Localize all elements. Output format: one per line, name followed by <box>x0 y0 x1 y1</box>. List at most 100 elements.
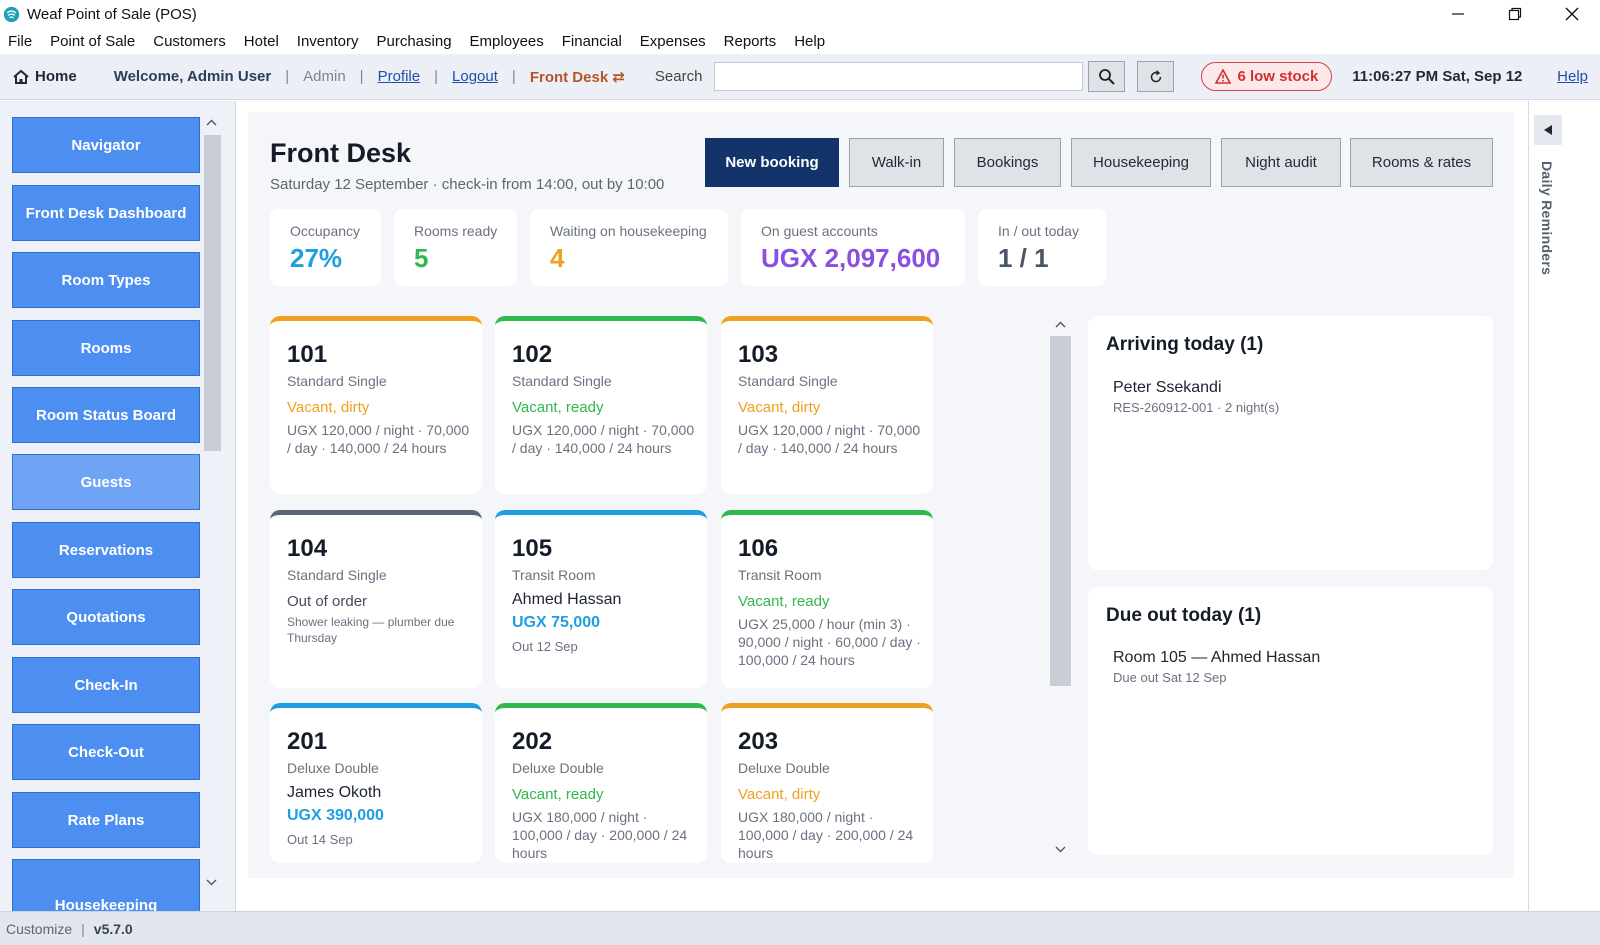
close-window-button[interactable] <box>1543 0 1600 28</box>
room-number: 202 <box>512 728 553 755</box>
menu-point-of-sale[interactable]: Point of Sale <box>50 33 135 50</box>
low-stock-label: 6 low stock <box>1237 68 1319 85</box>
sidebar-scroll-thumb[interactable] <box>204 135 221 451</box>
app-logo-icon <box>3 6 20 22</box>
room-rate: UGX 180,000 / night · 100,000 / day · 20… <box>738 809 914 861</box>
room-type: Standard Single <box>512 373 612 389</box>
kpi-in-out-today: In / out today 1 / 1 <box>978 209 1106 286</box>
kpi-value: 1 / 1 <box>998 243 1049 273</box>
logout-link[interactable]: Logout <box>452 68 498 85</box>
bookings-button[interactable]: Bookings <box>954 138 1061 187</box>
kpi-guest-accounts: On guest accounts UGX 2,097,600 <box>741 209 965 286</box>
room-guest: James Okoth <box>287 784 382 801</box>
night-audit-button[interactable]: Night audit <box>1221 138 1341 187</box>
menu-help[interactable]: Help <box>794 33 825 50</box>
room-card-101[interactable]: 101 Standard Single Vacant, dirty UGX 12… <box>270 316 482 494</box>
menu-reports[interactable]: Reports <box>724 33 777 50</box>
room-number: 104 <box>287 535 328 562</box>
room-status: Out of order <box>287 593 368 610</box>
room-rate: UGX 180,000 / night · 100,000 / day · 20… <box>512 809 688 861</box>
home-label: Home <box>35 68 77 85</box>
room-rate: UGX 25,000 / hour (min 3) · 90,000 / nig… <box>738 616 921 668</box>
profile-link[interactable]: Profile <box>378 68 421 85</box>
room-grid-scrollbar[interactable] <box>1050 318 1071 856</box>
arriving-today-panel: Arriving today (1) Peter Ssekandi RES-26… <box>1088 316 1493 570</box>
menu-purchasing[interactable]: Purchasing <box>377 33 452 50</box>
sidebar-item-rooms[interactable]: Rooms <box>12 320 200 376</box>
kpi-waiting-housekeeping: Waiting on housekeeping 4 <box>530 209 728 286</box>
front-desk-switch[interactable]: Front Desk ⇄ <box>530 68 625 86</box>
menu-file[interactable]: File <box>8 33 32 50</box>
room-card-203[interactable]: 203 Deluxe Double Vacant, dirty UGX 180,… <box>721 703 933 863</box>
sidebar-item-rate-plans[interactable]: Rate Plans <box>12 792 200 848</box>
kpi-label: Occupancy <box>290 223 361 239</box>
room-type: Standard Single <box>287 373 387 389</box>
rooms-rates-button[interactable]: Rooms & rates <box>1350 138 1493 187</box>
menu-employees[interactable]: Employees <box>470 33 544 50</box>
menu-financial[interactable]: Financial <box>562 33 622 50</box>
room-type: Transit Room <box>512 567 596 583</box>
sidebar-item-housekeeping[interactable]: Housekeeping <box>12 859 200 911</box>
daily-reminders-label[interactable]: Daily Reminders <box>1539 161 1555 275</box>
room-number: 201 <box>287 728 328 755</box>
warning-icon <box>1215 69 1232 84</box>
sidebar-item-quotations[interactable]: Quotations <box>12 589 200 645</box>
clock: 11:06:27 PM Sat, Sep 12 <box>1352 68 1523 85</box>
menu-expenses[interactable]: Expenses <box>640 33 706 50</box>
room-grid-scroll-thumb[interactable] <box>1050 336 1071 686</box>
menu-inventory[interactable]: Inventory <box>297 33 359 50</box>
room-status: Vacant, ready <box>512 399 604 416</box>
expand-reminders-button[interactable] <box>1534 115 1562 145</box>
room-card-202[interactable]: 202 Deluxe Double Vacant, ready UGX 180,… <box>495 703 707 863</box>
room-card-201[interactable]: 201 Deluxe Double James Okoth UGX 390,00… <box>270 703 482 863</box>
sidebar-item-front-desk-dashboard[interactable]: Front Desk Dashboard <box>12 185 200 241</box>
role-label: Admin <box>303 68 346 85</box>
room-number: 106 <box>738 535 779 562</box>
scroll-up-icon[interactable] <box>201 115 222 131</box>
sidebar-item-check-out[interactable]: Check-Out <box>12 724 200 780</box>
room-status: Vacant, dirty <box>738 399 821 416</box>
room-card-105[interactable]: 105 Transit Room Ahmed Hassan UGX 75,000… <box>495 510 707 688</box>
home-button[interactable]: Home <box>13 68 77 85</box>
sidebar-item-guests[interactable]: Guests <box>12 454 200 510</box>
scroll-down-icon[interactable] <box>1050 842 1071 856</box>
customize-link[interactable]: Customize <box>6 921 72 937</box>
separator: | <box>511 68 516 85</box>
search-button[interactable] <box>1088 61 1126 92</box>
restore-button[interactable] <box>1486 0 1543 28</box>
room-checkout-date: Out 12 Sep <box>512 639 578 654</box>
help-link[interactable]: Help <box>1557 68 1588 85</box>
sidebar-item-reservations[interactable]: Reservations <box>12 522 200 578</box>
page-subtitle: Saturday 12 September · check-in from 14… <box>270 176 665 193</box>
sidebar-item-room-status-board[interactable]: Room Status Board <box>12 387 200 443</box>
arrow-left-icon <box>1544 125 1552 135</box>
arriving-guest-name[interactable]: Peter Ssekandi <box>1113 379 1222 397</box>
sidebar-item-check-in[interactable]: Check-In <box>12 657 200 713</box>
menu-hotel[interactable]: Hotel <box>244 33 279 50</box>
sidebar-item-navigator[interactable]: Navigator <box>12 117 200 173</box>
room-number: 105 <box>512 535 553 562</box>
search-input[interactable] <box>714 62 1084 91</box>
room-type: Deluxe Double <box>738 760 830 776</box>
room-card-106[interactable]: 106 Transit Room Vacant, ready UGX 25,00… <box>721 510 933 688</box>
menu-customers[interactable]: Customers <box>153 33 226 50</box>
sidebar-scrollbar[interactable] <box>201 113 222 893</box>
scroll-down-icon[interactable] <box>201 875 222 891</box>
scroll-up-icon[interactable] <box>1050 318 1071 332</box>
new-booking-button[interactable]: New booking <box>705 138 839 187</box>
minimize-button[interactable] <box>1429 0 1486 28</box>
room-number: 102 <box>512 341 553 368</box>
room-card-104[interactable]: 104 Standard Single Out of order Shower … <box>270 510 482 688</box>
room-card-102[interactable]: 102 Standard Single Vacant, ready UGX 12… <box>495 316 707 494</box>
status-bar: Customize | v5.7.0 <box>0 911 1600 945</box>
walk-in-button[interactable]: Walk-in <box>849 138 944 187</box>
sidebar-item-room-types[interactable]: Room Types <box>12 252 200 308</box>
room-card-103[interactable]: 103 Standard Single Vacant, dirty UGX 12… <box>721 316 933 494</box>
housekeeping-button[interactable]: Housekeeping <box>1071 138 1211 187</box>
page-title: Front Desk <box>270 138 412 168</box>
low-stock-badge[interactable]: 6 low stock <box>1201 62 1333 91</box>
search-label: Search <box>654 68 703 85</box>
due-out-room[interactable]: Room 105 — Ahmed Hassan <box>1113 649 1320 667</box>
refresh-button[interactable] <box>1137 61 1175 92</box>
room-type: Standard Single <box>287 567 387 583</box>
